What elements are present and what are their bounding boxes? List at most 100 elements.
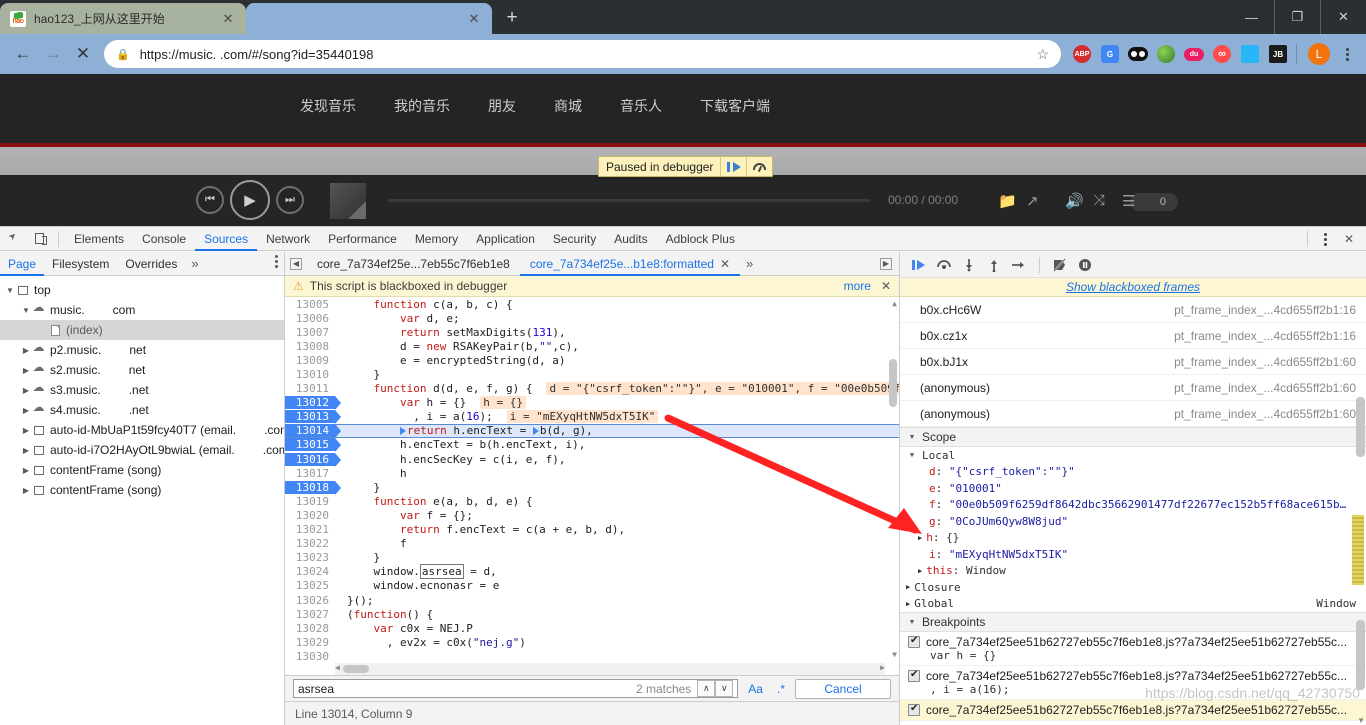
scrollbar-thumb[interactable] <box>889 359 897 407</box>
code-line[interactable]: 13029 , ev2x = c0x("nej.g") <box>285 635 899 649</box>
scope-variable[interactable]: ▶h: {} <box>900 530 1366 547</box>
step-into-button[interactable] <box>958 254 980 276</box>
line-number[interactable]: 13020 <box>285 509 335 522</box>
chevron-right-icon[interactable] <box>20 366 32 375</box>
code-line[interactable]: 13015 h.encText = b(h.encText, i), <box>285 438 899 452</box>
chevron-down-icon[interactable] <box>4 286 16 295</box>
tree-item[interactable]: contentFrame (song) <box>0 460 284 480</box>
line-number[interactable]: 13006 <box>285 312 335 325</box>
scope-variable[interactable]: i: "mEXyqHtNW5dxT5IK" <box>900 546 1366 563</box>
code-line[interactable]: 13014 return h.encText = b(d, g), <box>285 424 899 438</box>
step-button[interactable] <box>1008 254 1030 276</box>
avatar[interactable]: L <box>1308 43 1330 65</box>
code-line[interactable]: 13025 window.ecnonasr = e <box>285 579 899 593</box>
overlay-resume-button[interactable] <box>720 157 746 176</box>
album-cover[interactable] <box>330 183 366 219</box>
tab-network[interactable]: Network <box>257 227 319 251</box>
tab-sources[interactable]: Sources <box>195 227 257 251</box>
browser-tab-2[interactable]: ✕ <box>246 3 492 34</box>
nav-item-discover[interactable]: 发现音乐 <box>300 96 356 116</box>
scroll-right-icon[interactable]: ▶ <box>880 663 885 672</box>
adblock-plus-extension[interactable]: ABP <box>1069 41 1095 67</box>
inspect-element-icon[interactable] <box>0 227 26 251</box>
line-number[interactable]: 13013 <box>285 410 335 423</box>
code-line[interactable]: 13022 f <box>285 537 899 551</box>
tree-item[interactable]: auto-id-i7O2HAyOtL9bwiaL (email..com/ <box>0 440 284 460</box>
scroll-tabs-right-icon[interactable]: ▶ <box>875 252 897 276</box>
code-line[interactable]: 13011 function d(d, e, f, g) {d = "{"csr… <box>285 382 899 396</box>
tree-item[interactable]: top <box>0 280 284 300</box>
line-number[interactable]: 13009 <box>285 354 335 367</box>
browser-tab-1[interactable]: hao hao123_上网从这里开始 ✕ <box>0 3 246 34</box>
scope-variable[interactable]: d: "{"csrf_token":""}" <box>900 464 1366 481</box>
tree-item[interactable]: music.com <box>0 300 284 320</box>
playlist-count[interactable]: 0 <box>1130 193 1178 211</box>
scroll-down-icon[interactable]: ▼ <box>892 650 897 659</box>
editor-vertical-scrollbar[interactable]: ▲ ▼ <box>889 299 897 659</box>
tab-performance[interactable]: Performance <box>319 227 406 251</box>
call-stack-frame[interactable]: b0x.bJ1xpt_frame_index_...4cd655ff2b1:60 <box>900 349 1366 375</box>
more-file-tabs-icon[interactable]: » <box>740 256 759 271</box>
line-number[interactable]: 13019 <box>285 495 335 508</box>
tree-item[interactable]: auto-id-MbUaP1t59fcy40T7 (email..com/ <box>0 420 284 440</box>
tab-console[interactable]: Console <box>133 227 195 251</box>
nav-item-store[interactable]: 商城 <box>554 96 582 116</box>
chevron-right-icon[interactable] <box>20 466 32 475</box>
new-tab-button[interactable]: + <box>498 4 526 32</box>
jetbrains-extension[interactable]: JB <box>1265 41 1291 67</box>
tree-item[interactable]: s2.music.net <box>0 360 284 380</box>
find-next-button[interactable]: ∨ <box>715 680 733 697</box>
line-number[interactable]: 13025 <box>285 579 335 592</box>
line-number[interactable]: 13010 <box>285 368 335 381</box>
line-number[interactable]: 13022 <box>285 537 335 550</box>
chevron-down-icon[interactable] <box>20 306 32 315</box>
previous-track-button[interactable]: ⏮ <box>196 186 224 214</box>
line-number[interactable]: 13012 <box>285 396 335 409</box>
shuffle-icon[interactable]: ⤨ <box>1093 192 1105 209</box>
code-line[interactable]: 13006 var d, e; <box>285 311 899 325</box>
close-window-button[interactable]: ✕ <box>1321 0 1366 34</box>
call-stack-frame[interactable]: b0x.cz1xpt_frame_index_...4cd655ff2b1:16 <box>900 323 1366 349</box>
deactivate-breakpoints-button[interactable] <box>1049 254 1071 276</box>
forward-button[interactable]: → <box>38 39 68 69</box>
code-line[interactable]: 13005 function c(a, b, c) { <box>285 297 899 311</box>
code-line[interactable]: 13027(function() { <box>285 607 899 621</box>
subtab-page[interactable]: Page <box>0 252 44 276</box>
code-line[interactable]: 13019 function e(a, b, d, e) { <box>285 494 899 508</box>
file-tab-original[interactable]: core_7a734ef25e...7eb55c7f6eb1e8 <box>307 252 520 276</box>
playlist-icon[interactable]: ☰ <box>1122 192 1135 210</box>
nav-item-friends[interactable]: 朋友 <box>488 96 516 116</box>
code-line[interactable]: 13016 h.encSecKey = c(i, e, f), <box>285 452 899 466</box>
chevron-right-icon[interactable] <box>20 446 32 455</box>
nav-item-my-music[interactable]: 我的音乐 <box>394 96 450 116</box>
code-line[interactable]: 13007 return setMaxDigits(131), <box>285 325 899 339</box>
breakpoint-checkbox[interactable] <box>908 704 920 716</box>
breakpoint-checkbox[interactable] <box>908 636 920 648</box>
code-line[interactable]: 13010 } <box>285 367 899 381</box>
scroll-tabs-left-icon[interactable]: ◀ <box>285 252 307 276</box>
tab-close-icon[interactable]: ✕ <box>466 11 482 27</box>
find-cancel-button[interactable]: Cancel <box>795 679 891 699</box>
chrome-menu-icon[interactable] <box>1336 41 1358 67</box>
maximize-button[interactable]: ❐ <box>1275 0 1320 34</box>
line-number[interactable]: 13029 <box>285 636 335 649</box>
warning-more-link[interactable]: more <box>844 279 871 293</box>
code-line[interactable]: 13028 var c0x = NEJ.P <box>285 621 899 635</box>
line-number[interactable]: 13011 <box>285 382 335 395</box>
line-number[interactable]: 13027 <box>285 608 335 621</box>
step-out-button[interactable] <box>983 254 1005 276</box>
call-stack-frame[interactable]: (anonymous)pt_frame_index_...4cd655ff2b1… <box>900 401 1366 427</box>
code-line[interactable]: 13009 e = encryptedString(d, a) <box>285 353 899 367</box>
infinity-extension[interactable]: ∞ <box>1209 41 1235 67</box>
tab-close-icon[interactable]: ✕ <box>220 11 236 27</box>
overlay-step-over-button[interactable] <box>746 157 772 176</box>
line-number[interactable]: 13028 <box>285 622 335 635</box>
chevron-right-icon[interactable] <box>20 406 32 415</box>
step-over-button[interactable] <box>933 254 955 276</box>
play-button[interactable]: ▶ <box>230 180 270 220</box>
tab-adblock-plus[interactable]: Adblock Plus <box>657 227 744 251</box>
find-regex-button[interactable]: .* <box>773 682 789 696</box>
warning-close-icon[interactable]: ✕ <box>881 279 891 293</box>
code-line[interactable]: 13017 h <box>285 466 899 480</box>
call-stack-frame[interactable]: (anonymous)pt_frame_index_...4cd655ff2b1… <box>900 375 1366 401</box>
